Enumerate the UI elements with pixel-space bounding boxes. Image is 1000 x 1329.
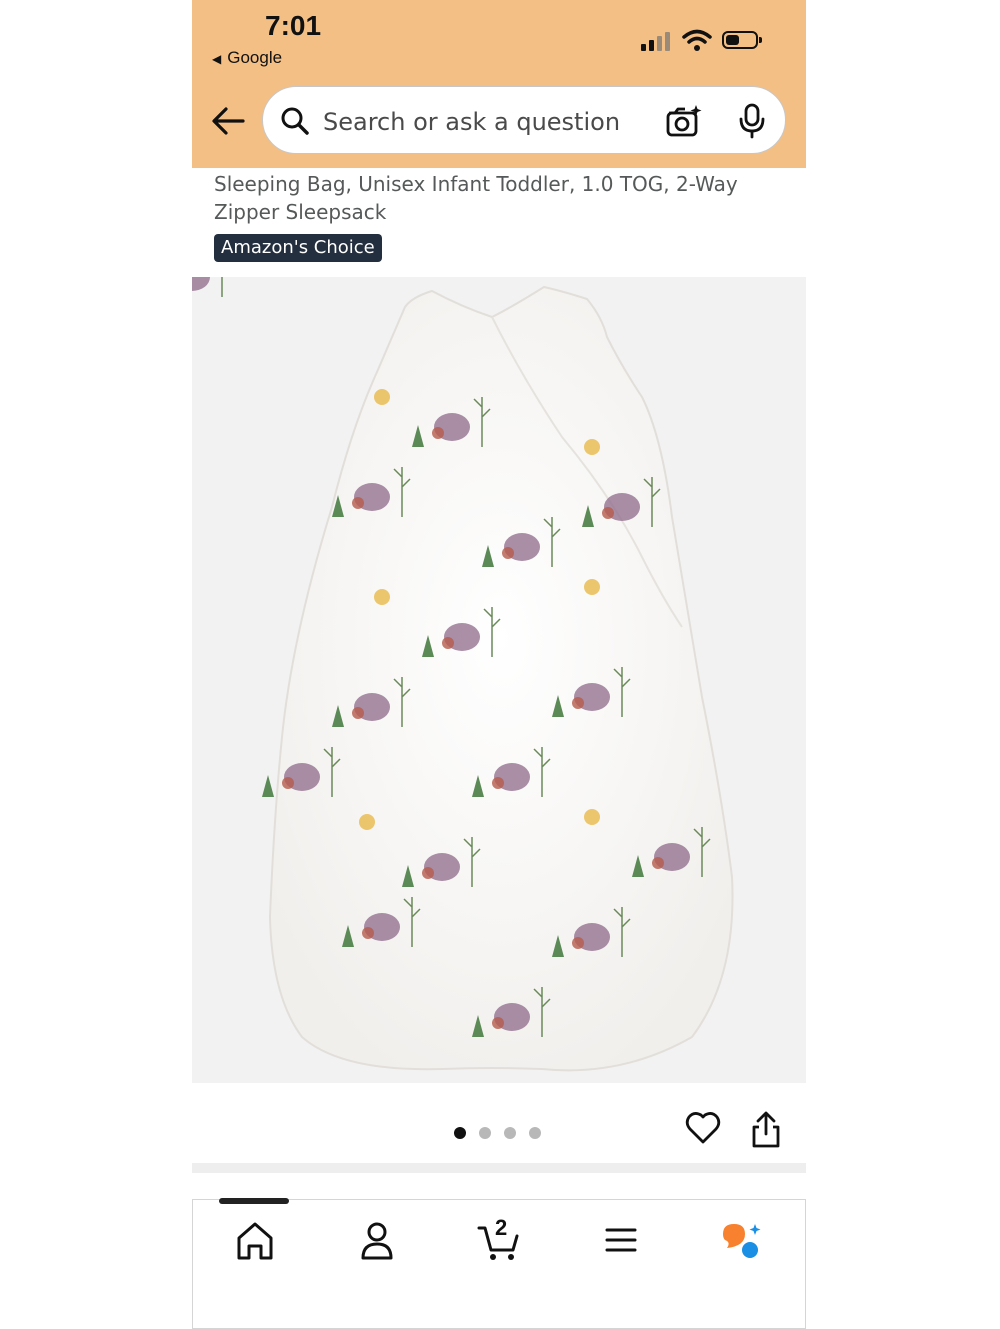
carousel-dot-3[interactable] (504, 1127, 516, 1139)
carousel-dot-2[interactable] (479, 1127, 491, 1139)
nav-cart[interactable]: 2 (469, 1214, 529, 1264)
nav-rufus-assistant[interactable] (713, 1214, 773, 1264)
menu-icon (605, 1228, 637, 1252)
home-icon (237, 1222, 273, 1260)
back-arrow-icon[interactable] (210, 105, 246, 137)
active-tab-indicator (219, 1198, 289, 1204)
app-screen: 7:01 ◀ Google Search or ask a question S… (192, 0, 806, 1329)
wifi-icon (682, 29, 712, 51)
camera-icon[interactable] (665, 103, 703, 139)
product-image[interactable] (192, 277, 806, 1083)
person-icon (361, 1222, 393, 1260)
cart-count-badge: 2 (495, 1215, 508, 1240)
microphone-icon[interactable] (737, 103, 767, 139)
product-title[interactable]: Sleeping Bag, Unisex Infant Toddler, 1.0… (214, 170, 784, 226)
section-divider (192, 1163, 806, 1173)
battery-icon (722, 31, 762, 49)
nav-account[interactable] (347, 1214, 407, 1264)
heart-icon[interactable] (685, 1110, 721, 1146)
nav-menu[interactable] (591, 1214, 651, 1264)
status-time: 7:01 (265, 10, 322, 41)
share-icon[interactable] (750, 1110, 782, 1150)
cellular-signal-icon (641, 32, 670, 51)
sleep-sack-image (192, 277, 734, 1072)
image-carousel-dots (454, 1124, 554, 1139)
bottom-nav: 2 (192, 1198, 806, 1329)
header: 7:01 ◀ Google (192, 0, 806, 168)
assistant-icon (723, 1224, 761, 1258)
search-bar[interactable] (262, 86, 786, 154)
search-input[interactable] (321, 101, 645, 143)
search-icon (281, 107, 309, 135)
back-to-app-link[interactable]: ◀ Google (212, 48, 282, 68)
carousel-dot-1[interactable] (454, 1127, 466, 1139)
nav-home[interactable] (225, 1214, 285, 1264)
amazons-choice-badge: Amazon's Choice (214, 234, 382, 262)
back-app-label: Google (227, 48, 283, 67)
back-triangle-icon: ◀ (212, 52, 222, 66)
carousel-dot-4[interactable] (529, 1127, 541, 1139)
